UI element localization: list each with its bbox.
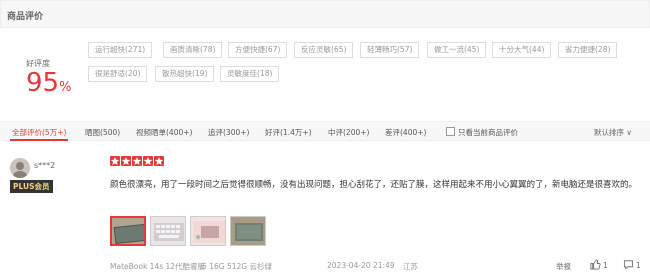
star-icon <box>154 156 164 166</box>
review-image-thumb[interactable] <box>190 216 226 246</box>
like-count: 1 <box>603 261 608 270</box>
filter-tab-followup[interactable]: 追评(300+) <box>208 127 249 138</box>
tag-item[interactable]: 方便快捷(67) <box>228 42 288 58</box>
desk-photo-image <box>191 217 225 245</box>
thumbs-up-icon[interactable] <box>590 259 601 270</box>
plus-member-badge: PLUS会员 <box>10 180 53 193</box>
report-link[interactable]: 举报 <box>556 261 571 272</box>
star-icon <box>121 156 131 166</box>
keyboard-photo-image <box>151 217 185 245</box>
sort-label: 默认排序 <box>594 128 624 137</box>
star-icon <box>110 156 120 166</box>
tag-item[interactable]: 轻薄畅巧(57) <box>360 42 420 58</box>
tag-item[interactable]: 散热超快(19) <box>155 66 215 82</box>
only-current-label[interactable]: 只看当前商品评价 <box>458 127 518 138</box>
star-icon <box>143 156 153 166</box>
rating-summary: 好评度 95% <box>10 46 90 106</box>
tag-item[interactable]: 做工一流(45) <box>427 42 487 58</box>
filter-tab-positive[interactable]: 好评(1.4万+) <box>265 127 312 138</box>
review-image-thumb[interactable] <box>230 216 266 246</box>
tag-item[interactable]: 运行超快(271) <box>88 42 153 58</box>
filter-tab-neutral[interactable]: 中评(200+) <box>328 127 369 138</box>
filter-tab-photos[interactable]: 晒图(500) <box>85 127 120 138</box>
rating-number: 95 <box>26 68 60 98</box>
tag-item[interactable]: 灵敏度佳(18) <box>220 66 280 82</box>
active-tab-indicator <box>10 139 68 141</box>
avatar[interactable] <box>10 158 30 178</box>
tag-item[interactable]: 省力便捷(28) <box>558 42 618 58</box>
filter-tab-negative[interactable]: 差评(400+) <box>385 127 426 138</box>
tag-item[interactable]: 十分大气(44) <box>492 42 552 58</box>
review-image-thumb[interactable] <box>110 216 146 246</box>
section-title: 商品评价 <box>7 12 44 22</box>
review-image-thumb[interactable] <box>150 216 186 246</box>
product-spec: i5 16G 512G 云杉绿 <box>200 262 272 271</box>
tag-item[interactable]: 很是舒适(20) <box>88 66 148 82</box>
filter-tab-videos[interactable]: 视频晒单(400+) <box>136 127 192 138</box>
filter-tab-all[interactable]: 全部评价(5万+) <box>12 127 66 138</box>
tag-item[interactable]: 反应灵敏(65) <box>294 42 354 58</box>
star-icon <box>132 156 142 166</box>
comment-count: 1 <box>636 261 641 270</box>
comment-icon[interactable] <box>623 259 634 270</box>
review-text: 颜色很漂亮，用了一段时间之后觉得很顺畅，没有出现问题，担心刮花了，还贴了膜，这样… <box>110 180 638 190</box>
section-header: 商品评价 <box>0 0 650 28</box>
tag-item[interactable]: 画质清晰(78) <box>163 42 223 58</box>
only-current-checkbox[interactable] <box>446 127 455 136</box>
sort-dropdown[interactable]: 默认排序 ∨ <box>594 127 632 138</box>
chevron-down-icon: ∨ <box>626 128 632 137</box>
review-date: 2023-04-20 21:49 <box>327 261 395 270</box>
product-name: MateBook 14s 12代酷睿版 <box>110 262 206 271</box>
laptop-photo-image <box>112 218 144 244</box>
review-location: 江苏 <box>403 262 418 271</box>
filter-bar: 全部评价(5万+) 晒图(500) 视频晒单(400+) 追评(300+) 好评… <box>0 121 650 141</box>
laptop-photo-image <box>231 217 265 245</box>
rating-value: 95% <box>26 68 71 98</box>
user-avatar-icon <box>10 158 30 178</box>
username[interactable]: s***2 <box>34 161 55 170</box>
rating-unit: % <box>59 80 72 95</box>
